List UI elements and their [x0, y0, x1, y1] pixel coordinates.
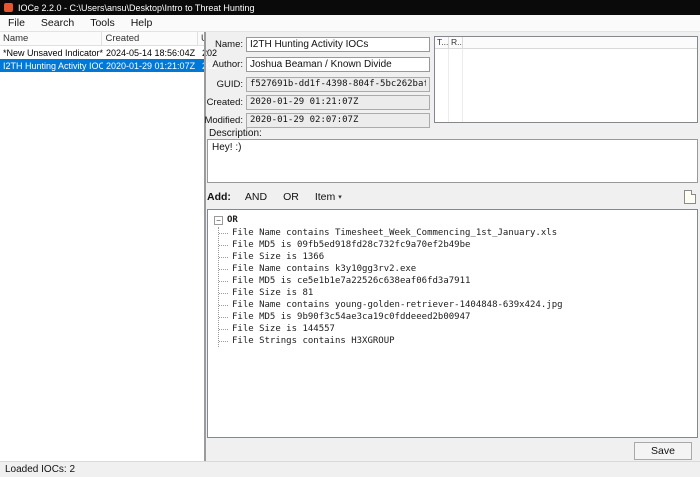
- name-field-row: Name:: [204, 36, 430, 52]
- grid-line: [462, 49, 463, 122]
- tree-item[interactable]: File Size is 81: [219, 287, 697, 299]
- tree-item[interactable]: File Strings contains H3XGROUP: [219, 335, 697, 347]
- column-header-reference[interactable]: R...: [449, 37, 463, 48]
- xml-document-icon[interactable]: [684, 190, 696, 204]
- modified-field-row: Modified:: [204, 112, 430, 128]
- created-label: Created:: [206, 96, 243, 108]
- tree-root-node[interactable]: − OR: [214, 214, 697, 226]
- tree-item[interactable]: File Size is 144557: [219, 323, 697, 335]
- add-toolbar: Add: AND OR Item ▾: [207, 186, 698, 208]
- app-icon: [4, 3, 13, 12]
- add-item-dropdown[interactable]: Item ▾: [307, 188, 350, 206]
- ioc-row-selected[interactable]: I2TH Hunting Activity IOCs 2020-01-29 01…: [0, 59, 217, 72]
- tree-item[interactable]: File MD5 is ce5e1b1e7a22526c638eaf06fd3a…: [219, 275, 697, 287]
- add-or-button[interactable]: OR: [275, 188, 307, 206]
- add-label: Add:: [207, 191, 231, 203]
- collapse-icon[interactable]: −: [214, 215, 223, 225]
- tree-item[interactable]: File MD5 is 9b90f3c54ae3ca19c0fddeeed2b0…: [219, 311, 697, 323]
- menu-help[interactable]: Help: [123, 16, 161, 30]
- tree-root-label: OR: [227, 215, 238, 225]
- menu-file[interactable]: File: [0, 16, 33, 30]
- ioc-name-cell: I2TH Hunting Activity IOCs: [3, 60, 103, 71]
- column-header-type[interactable]: T...: [435, 37, 449, 48]
- menu-tools[interactable]: Tools: [82, 16, 123, 30]
- author-field-row: Author:: [204, 56, 430, 72]
- guid-field: [246, 76, 430, 92]
- references-table-body[interactable]: [435, 49, 697, 122]
- author-label: Author:: [212, 58, 243, 70]
- tree-item[interactable]: File Name contains k3y10gg3rv2.exe: [219, 263, 697, 275]
- tree-item[interactable]: File Name contains Timesheet_Week_Commen…: [219, 227, 697, 239]
- status-text: Loaded IOCs: 2: [5, 464, 76, 475]
- tree-children: File Name contains Timesheet_Week_Commen…: [218, 227, 697, 347]
- ioc-row-unsaved[interactable]: *New Unsaved Indicator* 2024-05-14 18:56…: [0, 46, 217, 59]
- column-header-name[interactable]: Name: [0, 32, 103, 45]
- ioc-list-header: Name Created Upd: [0, 32, 204, 46]
- guid-field-row: GUID:: [204, 76, 430, 92]
- ioc-created-cell: 2024-05-14 18:56:04Z: [106, 47, 196, 58]
- references-table: T... R...: [434, 36, 698, 123]
- tree-item[interactable]: File Name contains young-golden-retrieve…: [219, 299, 697, 311]
- ioc-name-cell: *New Unsaved Indicator*: [3, 47, 103, 58]
- column-header-filler: [463, 37, 697, 48]
- save-button[interactable]: Save: [634, 442, 692, 460]
- add-item-label: Item: [314, 191, 336, 203]
- created-field: [246, 94, 430, 110]
- tree-item[interactable]: File Size is 1366: [219, 251, 697, 263]
- ioc-list-panel: Name Created Upd *New Unsaved Indicator*…: [0, 32, 217, 461]
- references-table-header: T... R...: [435, 37, 697, 49]
- grid-line: [448, 49, 449, 122]
- title-bar[interactable]: IOCe 2.2.0 - C:\Users\ansu\Desktop\Intro…: [0, 0, 700, 15]
- name-input[interactable]: [246, 36, 430, 52]
- description-input[interactable]: Hey! :): [207, 139, 698, 183]
- add-and-button[interactable]: AND: [237, 188, 275, 206]
- name-label: Name:: [215, 38, 243, 50]
- ioc-created-cell: 2020-01-29 01:21:07Z: [106, 60, 196, 71]
- description-label: Description:: [209, 128, 262, 139]
- status-bar: Loaded IOCs: 2: [0, 461, 700, 477]
- ioc-term-tree[interactable]: − OR File Name contains Timesheet_Week_C…: [207, 209, 698, 438]
- created-field-row: Created:: [204, 94, 430, 110]
- window-title: IOCe 2.2.0 - C:\Users\ansu\Desktop\Intro…: [18, 2, 255, 13]
- chevron-down-icon: ▾: [338, 193, 342, 201]
- menu-search[interactable]: Search: [33, 16, 82, 30]
- modified-field: [246, 112, 430, 128]
- menu-bar: File Search Tools Help: [0, 15, 700, 32]
- tree-item[interactable]: File MD5 is 09fb5ed918fd28c732fc9a70ef2b…: [219, 239, 697, 251]
- guid-label: GUID:: [216, 78, 243, 90]
- author-input[interactable]: [246, 56, 430, 72]
- app-window: IOCe 2.2.0 - C:\Users\ansu\Desktop\Intro…: [0, 0, 700, 477]
- column-header-created[interactable]: Created: [102, 32, 198, 45]
- modified-label: Modified:: [204, 114, 243, 126]
